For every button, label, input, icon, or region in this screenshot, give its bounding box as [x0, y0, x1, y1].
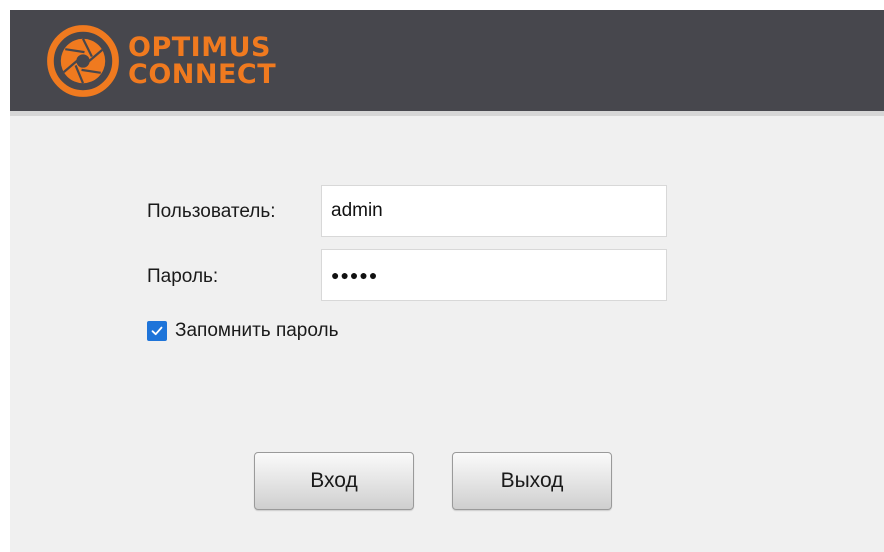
optimus-aperture-logo-icon [47, 25, 119, 97]
login-button[interactable]: Вход [254, 452, 414, 510]
remember-password-checkbox[interactable] [147, 321, 167, 341]
brand-line-1: OPTIMUS [128, 32, 271, 63]
brand-line-2: CONNECT [128, 59, 277, 90]
header-divider [10, 111, 884, 116]
login-window: OPTIMUS CONNECT Пользователь: admin Паро… [10, 10, 884, 552]
password-field[interactable]: ●●●●● [321, 249, 667, 301]
remember-password-label: Запомнить пароль [175, 320, 339, 341]
header-bar: OPTIMUS CONNECT [10, 10, 884, 111]
password-mask: ●●●●● [331, 267, 379, 283]
username-label: Пользователь: [147, 201, 276, 222]
password-label: Пароль: [147, 266, 219, 287]
exit-button[interactable]: Выход [452, 452, 612, 510]
username-value: admin [331, 200, 383, 221]
remember-password-option[interactable]: Запомнить пароль [147, 320, 339, 342]
checkmark-icon [151, 326, 163, 336]
username-field[interactable]: admin [321, 185, 667, 237]
brand-logo: OPTIMUS CONNECT [46, 24, 276, 98]
brand-wordmark: OPTIMUS CONNECT [128, 34, 276, 88]
